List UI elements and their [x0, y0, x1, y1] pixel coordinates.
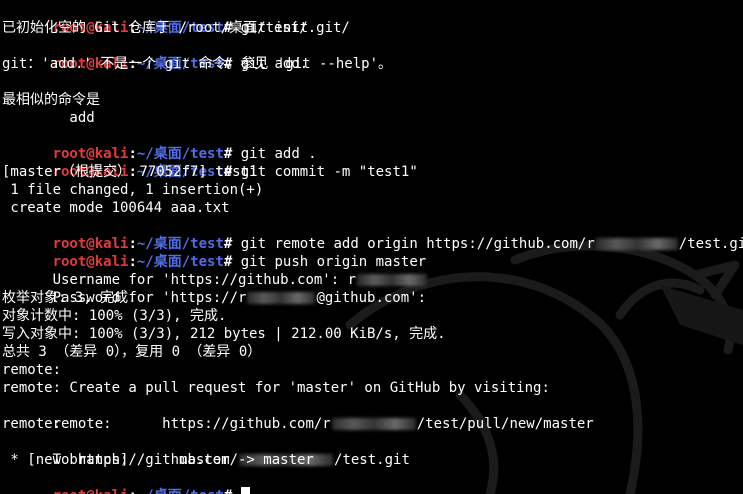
output-line: remote:: [2, 362, 62, 378]
terminal-window[interactable]: root@kali:~/桌面/test# git init 已初始化空的 Git…: [0, 0, 743, 494]
prompt-line: root@kali:~/桌面/test# git push origin mas…: [2, 235, 743, 270]
output-line: Username for 'https://github.com': r: [2, 253, 743, 288]
output-line: Password for 'https://r @github.com':: [2, 271, 743, 306]
output-line: create mode 100644 aaa.txt: [2, 200, 230, 216]
prompt-separator: :: [128, 488, 136, 494]
output-line: 总共 3 （差异 0），复用 0 （差异 0）: [2, 344, 262, 360]
output-line: add: [2, 110, 95, 126]
output-line: To https://github.com//test.git: [2, 433, 743, 468]
output-line: remote: Create a pull request for 'maste…: [2, 380, 550, 396]
output-line: 枚举对象: 3, 完成.: [2, 290, 137, 306]
prompt-path: ~/桌面/test: [137, 488, 224, 494]
prompt-user: root@kali: [53, 488, 129, 494]
output-line: 对象计数中: 100% (3/3), 完成.: [2, 308, 227, 324]
output-line: remote:: [2, 416, 62, 432]
output-line: git：'add.' 不是一个 git 命令。参见 'git --help'。: [2, 56, 393, 72]
prompt-line-active[interactable]: root@kali:~/桌面/test#: [2, 469, 743, 494]
text-cursor[interactable]: [240, 487, 250, 494]
output-line: 写入对象中: 100% (3/3), 212 bytes | 212.00 Ki…: [2, 326, 446, 342]
prompt-line: root@kali:~/桌面/test# git commit -m "test…: [2, 145, 743, 180]
prompt-line: root@kali:~/桌面/test# git add.: [2, 37, 743, 72]
output-line: 1 file changed, 1 insertion(+): [2, 182, 264, 198]
terminal-output: root@kali:~/桌面/test# git init 已初始化空的 Git…: [2, 1, 743, 494]
output-line: [master（根提交） 77052f7] test1: [2, 164, 258, 180]
output-line: remote: https://github.com/r/test/pull/n…: [2, 397, 743, 432]
prompt-line: root@kali:~/桌面/test# git add .: [2, 127, 743, 162]
output-line: 最相似的命令是: [2, 92, 100, 108]
output-line: * [new branch] master -> master: [2, 452, 314, 468]
output-line: 已初始化空的 Git 仓库于 /root/桌面/test/.git/: [2, 20, 350, 36]
prompt-line: root@kali:~/桌面/test# git init: [2, 1, 743, 36]
prompt-line: root@kali:~/桌面/test# git remote add orig…: [2, 217, 743, 252]
